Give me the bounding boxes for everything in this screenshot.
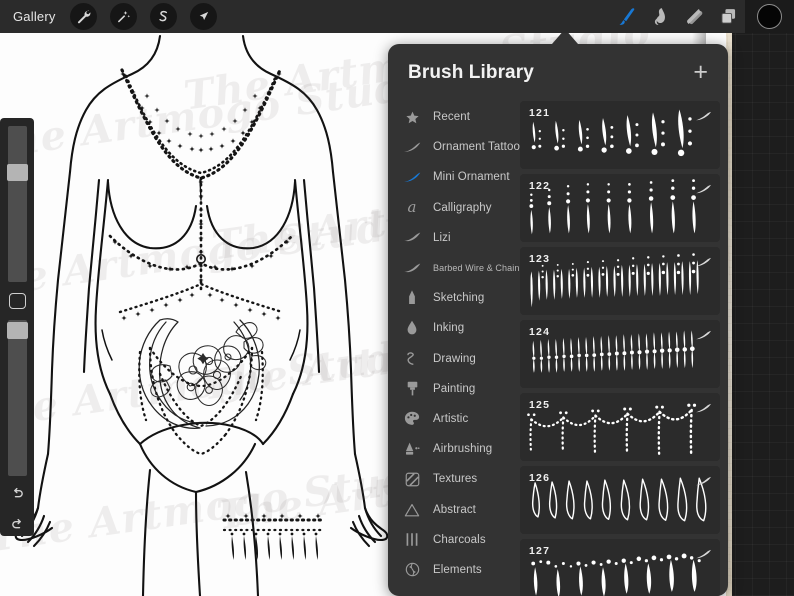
brush-item[interactable]: 123 xyxy=(520,247,720,315)
sidebar-item-label: Ornament Tattoo xyxy=(433,141,520,153)
stroke-icon xyxy=(401,138,423,156)
sidebar-item-elements[interactable]: Elements xyxy=(388,555,520,585)
sidebar-item-lizi[interactable]: Lizi xyxy=(388,223,520,253)
brush-stroke-thumb xyxy=(695,546,712,564)
sidebar-item-abstract[interactable]: Abstract xyxy=(388,494,520,524)
eraser-icon[interactable] xyxy=(677,0,711,33)
stroke-icon xyxy=(401,229,423,247)
sidebar-item-airbrushing[interactable]: Airbrushing xyxy=(388,434,520,464)
brush-item[interactable]: 122 xyxy=(520,174,720,242)
brush-stroke-thumb xyxy=(695,181,712,199)
squiggle-icon xyxy=(401,350,423,368)
texture-icon xyxy=(401,470,423,488)
sidebar-item-label: Barbed Wire & Chain 1 xyxy=(433,263,520,273)
sidebar-item-calligraphy[interactable]: a Calligraphy xyxy=(388,193,520,223)
brush-category-list[interactable]: Recent Ornament Tattoo Mini Ornament xyxy=(388,101,520,596)
brush-item[interactable]: 125 xyxy=(520,393,720,461)
opacity-slider[interactable] xyxy=(8,320,27,476)
pencil-icon xyxy=(401,289,423,307)
sidebar-item-label: Charcoals xyxy=(433,534,486,546)
sidebar-item-label: Lizi xyxy=(433,232,451,244)
procreate-window: The Artmogo Studio The Artmogo Studio Th… xyxy=(0,0,794,596)
brush-number: 121 xyxy=(529,107,550,119)
sidebar-item-label: Abstract xyxy=(433,504,476,516)
panel-body: Recent Ornament Tattoo Mini Ornament xyxy=(388,101,728,596)
sidebar-item-inking[interactable]: Inking xyxy=(388,313,520,343)
sidebar-item-textures[interactable]: Textures xyxy=(388,464,520,494)
brush-number: 125 xyxy=(529,399,550,411)
brush-item[interactable]: 121 xyxy=(520,101,720,169)
star-icon xyxy=(401,108,423,126)
brush-library-panel: Brush Library + Recent Ornament Tattoo xyxy=(388,44,728,596)
brush-number: 124 xyxy=(529,326,550,338)
palette-icon xyxy=(401,410,423,428)
transform-arrow-icon[interactable] xyxy=(190,3,217,30)
airbrush-icon xyxy=(401,440,423,458)
sidebar-item-mini-ornament[interactable]: Mini Ornament xyxy=(388,162,520,192)
sidebar-item-label: Drawing xyxy=(433,353,476,365)
sidebar-item-drawing[interactable]: Drawing xyxy=(388,344,520,374)
add-brush-button[interactable]: + xyxy=(693,60,708,85)
sidebar-item-label: Inking xyxy=(433,322,464,334)
triangle-icon xyxy=(401,501,423,519)
brush-item[interactable]: 127 xyxy=(520,539,720,596)
calligraphy-a-icon: a xyxy=(401,199,423,217)
brush-number: 126 xyxy=(529,472,550,484)
sidebar-item-barbed-wire-chain-1[interactable]: Barbed Wire & Chain 1 xyxy=(388,253,520,283)
current-color xyxy=(757,4,782,29)
magic-wand-icon[interactable] xyxy=(110,3,137,30)
panel-header: Brush Library + xyxy=(388,44,728,101)
brush-stroke-thumb xyxy=(695,254,712,272)
wrench-icon[interactable] xyxy=(70,3,97,30)
charcoal-bars-icon xyxy=(401,531,423,549)
sidebar-item-label: Calligraphy xyxy=(433,202,492,214)
sidebar-item-charcoals[interactable]: Charcoals xyxy=(388,525,520,555)
opacity-thumb[interactable] xyxy=(7,322,28,339)
brush-size-thumb[interactable] xyxy=(7,164,28,181)
sidebar-item-label: Artistic xyxy=(433,413,468,425)
sidebar-item-label: Mini Ornament xyxy=(433,171,510,183)
brush-stroke-thumb xyxy=(695,108,712,126)
top-toolbar: Gallery xyxy=(0,0,794,33)
brush-item[interactable]: 124 xyxy=(520,320,720,388)
toolbar-right-group xyxy=(609,0,794,33)
smudge-icon[interactable] xyxy=(643,0,677,33)
left-sidebar xyxy=(0,118,34,536)
sidebar-item-label: Airbrushing xyxy=(433,443,492,455)
ink-drop-icon xyxy=(401,319,423,337)
sidebar-item-artistic[interactable]: Artistic xyxy=(388,404,520,434)
brush-stroke-thumb xyxy=(695,327,712,345)
sidebar-item-recent[interactable]: Recent xyxy=(388,102,520,132)
brush-list[interactable]: 121 xyxy=(520,101,728,596)
brush-icon[interactable] xyxy=(609,0,643,33)
redo-icon[interactable] xyxy=(9,517,26,536)
sidebar-item-painting[interactable]: Painting xyxy=(388,374,520,404)
brush-item[interactable]: 126 xyxy=(520,466,720,534)
stroke-icon xyxy=(401,259,423,277)
sidebar-item-label: Painting xyxy=(433,383,475,395)
page-title: Brush Library xyxy=(408,62,534,84)
color-swatch-button[interactable] xyxy=(745,0,794,33)
brush-stroke-thumb xyxy=(695,473,712,491)
sidebar-item-label: Textures xyxy=(433,473,477,485)
sidebar-item-label: Elements xyxy=(433,564,482,576)
undo-icon[interactable] xyxy=(9,486,26,505)
sidebar-item-ornament-tattoo[interactable]: Ornament Tattoo xyxy=(388,132,520,162)
paintbrush-icon xyxy=(401,380,423,398)
sidebar-item-label: Sketching xyxy=(433,292,484,304)
brush-number: 123 xyxy=(529,253,550,265)
layers-icon[interactable] xyxy=(711,0,745,33)
modify-button[interactable] xyxy=(9,293,26,309)
sidebar-item-sketching[interactable]: Sketching xyxy=(388,283,520,313)
brush-number: 122 xyxy=(529,180,550,192)
brush-stroke-thumb xyxy=(695,400,712,418)
selection-icon[interactable] xyxy=(150,3,177,30)
elements-icon xyxy=(401,561,423,579)
sidebar-item-label: Recent xyxy=(433,111,470,123)
brush-number: 127 xyxy=(529,545,550,557)
gallery-button[interactable]: Gallery xyxy=(13,9,56,24)
brush-size-slider[interactable] xyxy=(8,126,27,282)
stroke-icon xyxy=(401,168,423,186)
